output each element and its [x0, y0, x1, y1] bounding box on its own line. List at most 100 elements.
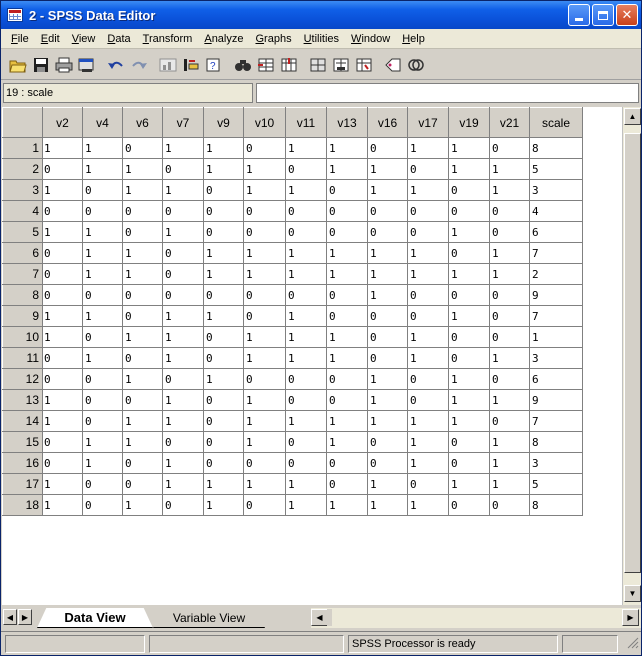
data-cell[interactable]: 1	[367, 473, 408, 495]
data-cell[interactable]: 1	[326, 431, 368, 453]
data-cell[interactable]: 1	[489, 452, 530, 474]
data-cell[interactable]: 0	[448, 284, 490, 306]
data-cell[interactable]: 1	[42, 494, 83, 516]
data-cell[interactable]: 1	[367, 284, 408, 306]
column-header-v11[interactable]: v11	[285, 107, 327, 138]
data-cell[interactable]: 0	[42, 242, 83, 264]
data-cell[interactable]: 1	[42, 137, 83, 159]
data-cell[interactable]: 0	[122, 452, 163, 474]
column-header-v6[interactable]: v6	[122, 107, 163, 138]
data-cell[interactable]: 1	[326, 158, 368, 180]
data-cell[interactable]: 1	[367, 263, 408, 285]
data-cell[interactable]: 8	[529, 431, 583, 453]
data-cell[interactable]: 1	[162, 221, 204, 243]
menu-edit[interactable]: Edit	[35, 33, 66, 45]
data-cell[interactable]: 1	[243, 347, 286, 369]
data-cell[interactable]: 1	[489, 431, 530, 453]
menu-utilities[interactable]: Utilities	[298, 33, 345, 45]
data-cell[interactable]: 1	[243, 263, 286, 285]
data-cell[interactable]: 1	[367, 368, 408, 390]
data-cell[interactable]: 0	[203, 389, 244, 411]
data-cell[interactable]: 0	[243, 368, 286, 390]
data-cell[interactable]: 1	[529, 326, 583, 348]
data-cell[interactable]: 0	[285, 452, 327, 474]
data-cell[interactable]: 1	[243, 431, 286, 453]
column-header-v21[interactable]: v21	[489, 107, 530, 138]
data-cell[interactable]: 0	[448, 347, 490, 369]
data-cell[interactable]: 0	[407, 473, 449, 495]
select-cases-icon[interactable]	[353, 54, 375, 76]
data-cell[interactable]: 0	[42, 368, 83, 390]
horizontal-scrollbar[interactable]: ◀ ▶	[311, 608, 641, 628]
data-cell[interactable]: 1	[285, 347, 327, 369]
data-cell[interactable]: 0	[42, 347, 83, 369]
data-cell[interactable]: 0	[367, 431, 408, 453]
data-cell[interactable]: 1	[42, 305, 83, 327]
data-cell[interactable]: 0	[42, 452, 83, 474]
data-cell[interactable]: 0	[489, 368, 530, 390]
data-cell[interactable]: 1	[162, 410, 204, 432]
row-header[interactable]: 3	[2, 179, 43, 201]
data-cell[interactable]: 1	[367, 389, 408, 411]
data-cell[interactable]: 1	[285, 494, 327, 516]
row-header[interactable]: 2	[2, 158, 43, 180]
maximize-button[interactable]	[592, 4, 614, 26]
data-cell[interactable]: 0	[326, 368, 368, 390]
split-file-icon[interactable]	[307, 54, 329, 76]
data-cell[interactable]: 1	[243, 242, 286, 264]
data-cell[interactable]: 1	[407, 263, 449, 285]
data-cell[interactable]: 0	[203, 410, 244, 432]
redo-icon[interactable]	[128, 54, 150, 76]
data-cell[interactable]: 1	[489, 242, 530, 264]
data-cell[interactable]: 1	[122, 368, 163, 390]
data-cell[interactable]: 0	[489, 284, 530, 306]
data-cell[interactable]: 1	[285, 242, 327, 264]
data-cell[interactable]: 0	[162, 284, 204, 306]
scroll-left-button[interactable]: ◀	[311, 609, 328, 626]
data-cell[interactable]: 0	[243, 200, 286, 222]
data-cell[interactable]: 1	[407, 452, 449, 474]
row-header[interactable]: 11	[2, 347, 43, 369]
data-cell[interactable]: 0	[203, 179, 244, 201]
data-cell[interactable]: 2	[529, 263, 583, 285]
value-labels-icon[interactable]	[382, 54, 404, 76]
data-cell[interactable]: 1	[82, 263, 123, 285]
data-cell[interactable]: 0	[326, 284, 368, 306]
tab-data-view[interactable]: Data View	[37, 608, 153, 628]
data-cell[interactable]: 0	[285, 431, 327, 453]
data-cell[interactable]: 0	[162, 263, 204, 285]
data-cell[interactable]: 1	[489, 473, 530, 495]
column-header-v10[interactable]: v10	[243, 107, 286, 138]
data-cell[interactable]: 0	[203, 452, 244, 474]
dialog-recall-icon[interactable]	[76, 54, 98, 76]
data-cell[interactable]: 1	[367, 410, 408, 432]
row-header[interactable]: 5	[2, 221, 43, 243]
data-cell[interactable]: 1	[407, 137, 449, 159]
data-cell[interactable]: 1	[448, 389, 490, 411]
data-cell[interactable]: 1	[285, 305, 327, 327]
data-cell[interactable]: 1	[162, 452, 204, 474]
data-cell[interactable]: 1	[162, 347, 204, 369]
data-cell[interactable]: 1	[42, 473, 83, 495]
row-header[interactable]: 15	[2, 431, 43, 453]
data-cell[interactable]: 1	[448, 368, 490, 390]
insert-cases-icon[interactable]	[255, 54, 277, 76]
data-cell[interactable]: 0	[367, 452, 408, 474]
data-cell[interactable]: 1	[407, 494, 449, 516]
data-cell[interactable]: 1	[285, 263, 327, 285]
data-cell[interactable]: 1	[122, 410, 163, 432]
data-cell[interactable]: 1	[326, 326, 368, 348]
data-cell[interactable]: 1	[448, 410, 490, 432]
data-cell[interactable]: 0	[326, 200, 368, 222]
data-cell[interactable]: 1	[448, 305, 490, 327]
data-cell[interactable]: 1	[285, 137, 327, 159]
data-cell[interactable]: 1	[326, 494, 368, 516]
data-cell[interactable]: 5	[529, 158, 583, 180]
data-cell[interactable]: 0	[122, 137, 163, 159]
data-cell[interactable]: 0	[285, 368, 327, 390]
data-cell[interactable]: 0	[326, 221, 368, 243]
data-cell[interactable]: 1	[203, 305, 244, 327]
find-icon[interactable]	[232, 54, 254, 76]
data-cell[interactable]: 0	[203, 431, 244, 453]
row-header[interactable]: 14	[2, 410, 43, 432]
